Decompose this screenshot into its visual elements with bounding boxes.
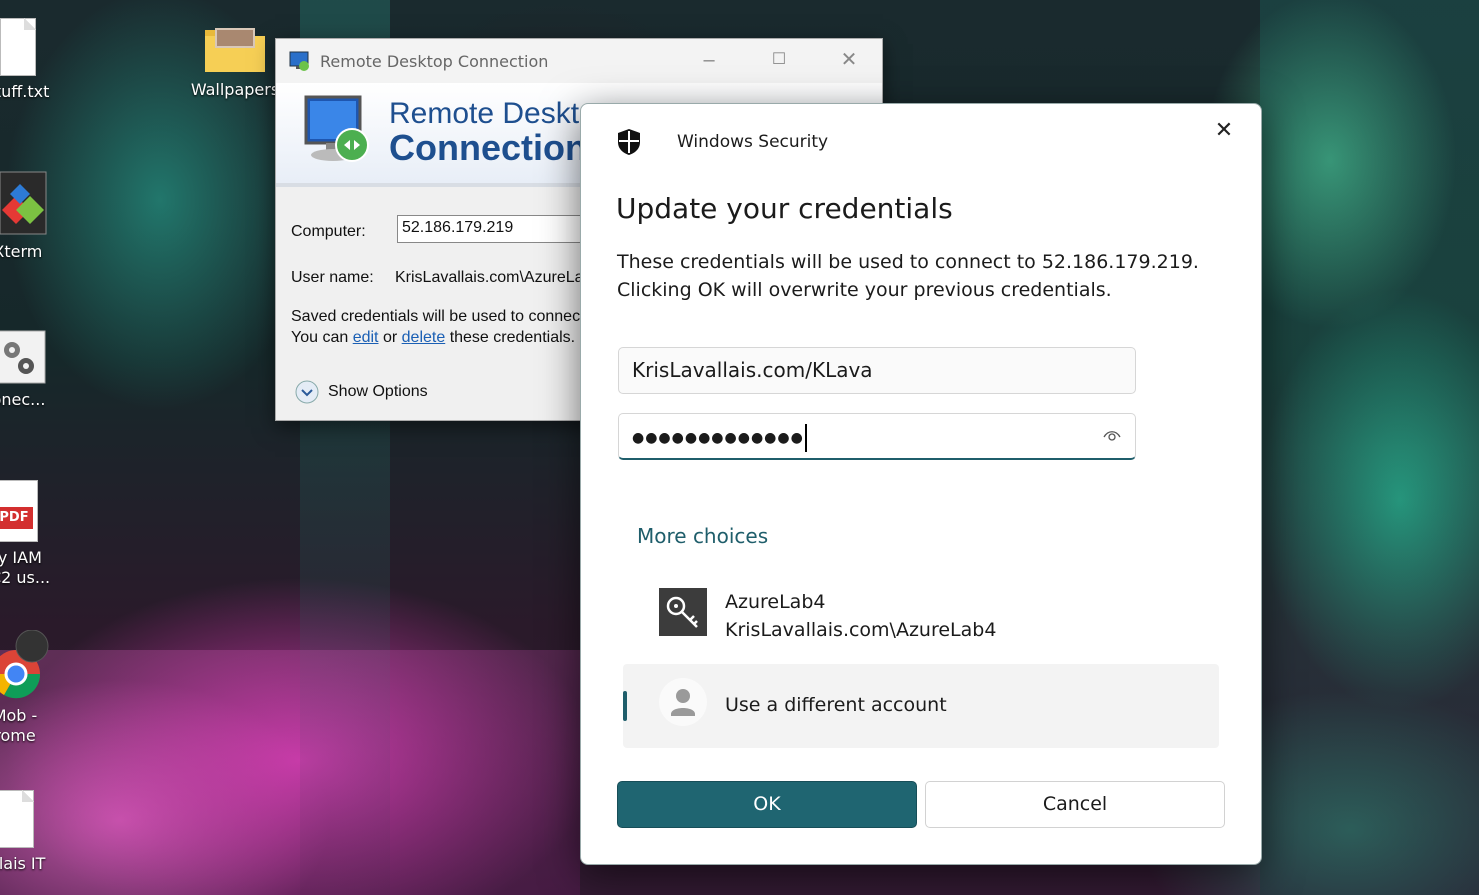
desktop-icon-label: Mob - <box>0 706 38 725</box>
password-field-value: ●●●●●●●●●●●●● <box>632 430 804 446</box>
you-can-text: You can <box>291 329 349 346</box>
desktop-icon-label: Wallpapers <box>190 80 280 99</box>
pdf-badge: PDF <box>0 507 33 529</box>
shield-icon <box>618 129 640 155</box>
desktop-icon-label: ify IAM <box>0 548 42 567</box>
desktop-icon-label: rome <box>0 726 36 745</box>
or-text: or <box>382 329 398 346</box>
username-field[interactable]: KrisLavallais.com/KLava <box>618 347 1136 394</box>
account-name: AzureLab4 <box>725 591 826 613</box>
settings-app-icon <box>0 330 46 384</box>
saved-credentials-text: Saved credentials will be used to connec… <box>291 308 585 325</box>
maximize-button[interactable]: ☐ <box>764 47 794 73</box>
rdc-title: Remote Desktop Connection <box>320 51 549 71</box>
desktop-icon-label: Tonec... <box>0 390 46 409</box>
rdc-monitor-icon <box>304 95 369 162</box>
desktop-icon-pdf[interactable]: PDF ify IAM EC2 us... <box>0 480 60 588</box>
wallpaper-stripe <box>1260 0 1479 895</box>
text-caret <box>804 424 807 452</box>
ok-button[interactable]: OK <box>617 781 917 828</box>
dialog-message-line: These credentials will be used to connec… <box>617 251 1199 273</box>
text-file-icon <box>0 18 36 76</box>
computer-input[interactable]: 52.186.179.219 <box>397 215 597 243</box>
folder-icon <box>205 28 265 72</box>
password-field[interactable]: ●●●●●●●●●●●●● <box>618 413 1136 460</box>
mobaxterm-icon <box>0 171 47 235</box>
desktop-icon-label: aXterm <box>0 242 43 261</box>
selection-indicator <box>623 691 627 721</box>
computer-label: Computer: <box>291 223 366 240</box>
document-file-icon <box>0 790 34 848</box>
show-options-label: Show Options <box>328 383 428 400</box>
minimize-button[interactable]: – <box>694 47 724 73</box>
edit-link[interactable]: edit <box>353 329 379 346</box>
rdc-close-button[interactable]: ✕ <box>834 47 864 73</box>
these-credentials-text: these credentials. <box>449 329 576 346</box>
wallpaper-stripe <box>0 650 580 895</box>
dialog-message-line: Clicking OK will overwrite your previous… <box>617 279 1112 301</box>
dialog-message: These credentials will be used to connec… <box>617 248 1217 304</box>
desktop-icon-mobaxterm[interactable]: aXterm <box>0 170 58 262</box>
rdc-banner-subtitle: Connection <box>389 127 587 168</box>
desktop-icon-wallpapers[interactable]: Wallpapers <box>190 22 280 100</box>
desktop-icon-label: Stuff.txt <box>0 82 50 101</box>
chrome-icon <box>0 630 49 699</box>
desktop-icon-tonec[interactable]: Tonec... <box>0 330 60 410</box>
dialog-close-button[interactable]: ✕ <box>1209 116 1239 146</box>
key-icon <box>659 588 707 636</box>
credentials-actions-line: You can edit or delete these credentials… <box>291 329 575 347</box>
delete-link[interactable]: delete <box>402 329 446 346</box>
desktop-icon-chrome[interactable]: Mob - rome <box>0 630 60 746</box>
cancel-button[interactable]: Cancel <box>925 781 1225 828</box>
desktop-icon-stuff[interactable]: Stuff.txt <box>0 18 62 102</box>
account-name: Use a different account <box>725 694 947 716</box>
desktop-icon-doc[interactable]: allais IT <box>0 790 60 874</box>
reveal-password-icon[interactable] <box>1103 428 1121 442</box>
show-options-button[interactable]: Show Options <box>294 379 428 405</box>
desktop-icon-label: allais IT <box>0 854 46 873</box>
person-icon <box>659 678 707 726</box>
desktop-icon-label: EC2 us... <box>0 568 51 587</box>
dialog-heading: Update your credentials <box>616 192 953 225</box>
rdc-app-icon <box>289 51 309 71</box>
account-option-different[interactable]: Use a different account <box>623 664 1219 748</box>
rdc-banner-title: Remote Desktop <box>389 97 613 130</box>
username-value: KrisLavallais.com\AzureLab4 <box>395 269 602 286</box>
windows-security-dialog: Windows Security ✕ Update your credentia… <box>580 103 1262 865</box>
pdf-file-icon: PDF <box>0 480 38 542</box>
account-option-azurelab4[interactable]: AzureLab4 KrisLavallais.com\AzureLab4 <box>623 574 1219 658</box>
chevron-down-icon <box>295 380 319 404</box>
username-label: User name: <box>291 269 374 286</box>
username-field-value: KrisLavallais.com/KLava <box>632 358 873 382</box>
account-detail: KrisLavallais.com\AzureLab4 <box>725 619 997 641</box>
more-choices-link[interactable]: More choices <box>637 524 768 548</box>
dialog-app-title: Windows Security <box>677 132 829 152</box>
